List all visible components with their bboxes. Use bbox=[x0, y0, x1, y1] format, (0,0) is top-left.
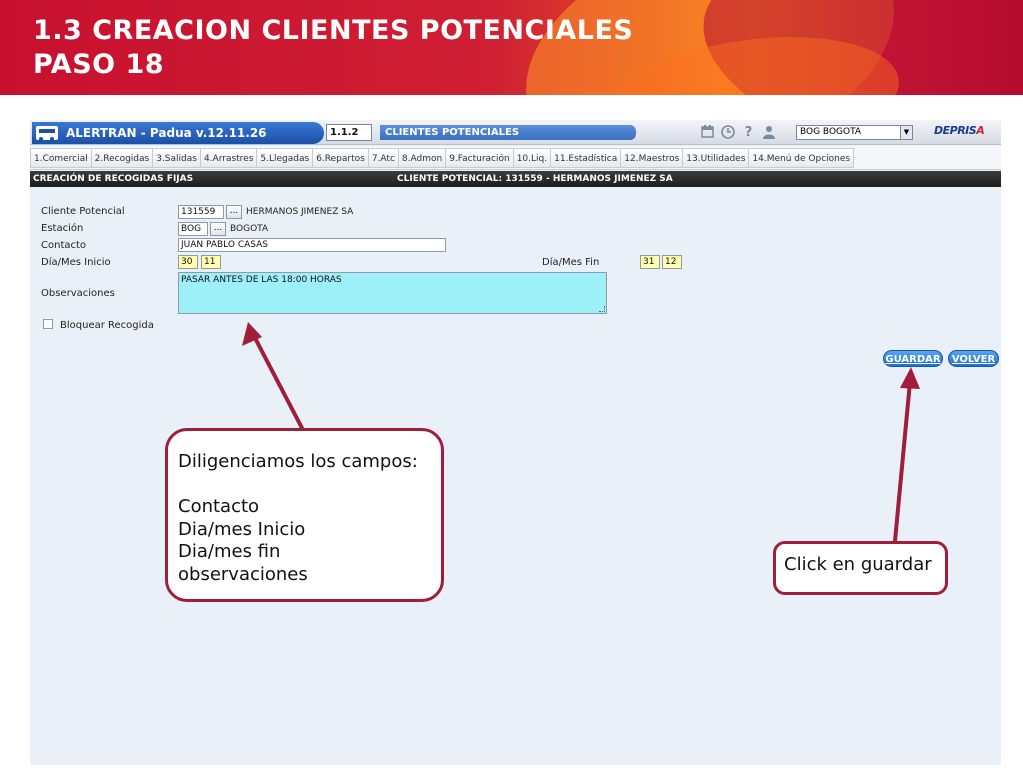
callout-guardar: Click en guardar bbox=[773, 541, 948, 595]
callout-guardar-text: Click en guardar bbox=[784, 554, 932, 575]
callout-line: Dia/mes Inicio bbox=[178, 518, 306, 540]
arrow-to-guardar bbox=[893, 367, 920, 542]
annotation-arrows bbox=[242, 322, 920, 542]
arrow-to-form bbox=[242, 322, 305, 431]
callout-line bbox=[178, 474, 431, 497]
callout-line: Diligenciamos los campos: bbox=[178, 451, 418, 472]
callout-line: observaciones bbox=[178, 563, 308, 585]
callout-line: Contacto bbox=[178, 496, 260, 517]
callout-fields: Diligenciamos los campos: Contacto Dia/mes… bbox=[165, 428, 444, 602]
callout-line: Dia/mes fin bbox=[178, 541, 281, 562]
